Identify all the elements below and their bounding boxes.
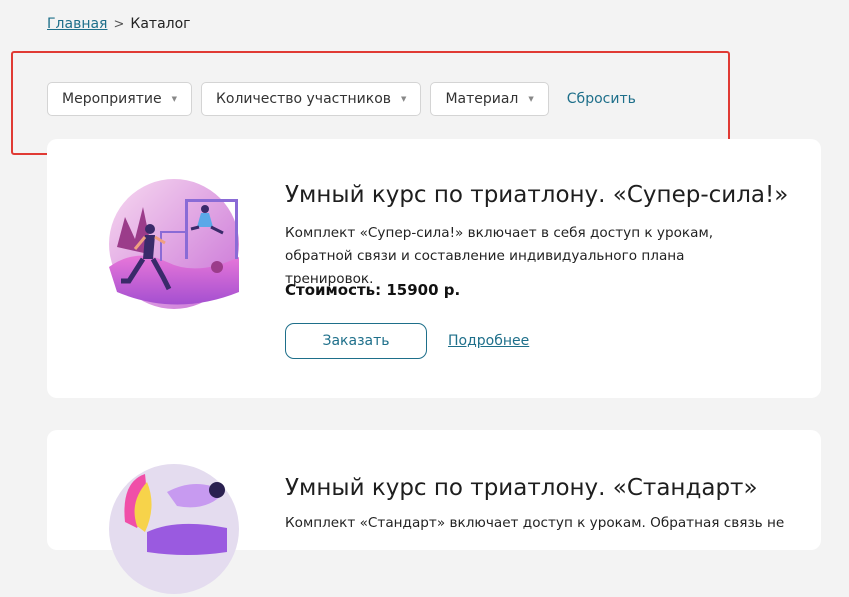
- swimmer-illustration: [109, 464, 239, 594]
- breadcrumb-home-link[interactable]: Главная: [47, 16, 107, 32]
- material-filter-dropdown[interactable]: Материал ▼: [430, 82, 549, 116]
- breadcrumb-separator: >: [113, 16, 125, 32]
- product-description: Комплект «Стандарт» включает доступ к ур…: [285, 515, 785, 531]
- participants-filter-dropdown[interactable]: Количество участников ▼: [200, 82, 422, 116]
- product-title: Умный курс по триатлону. «Супер-сила!»: [285, 182, 789, 208]
- product-card: Умный курс по триатлону. «Стандарт» Комп…: [47, 430, 821, 594]
- participants-filter-label: Количество участников: [215, 91, 392, 107]
- product-title: Умный курс по триатлону. «Стандарт»: [285, 475, 758, 501]
- product-price: Стоимость: 15900 р.: [285, 281, 461, 299]
- reset-filters-link[interactable]: Сбросить: [567, 91, 636, 107]
- material-filter-label: Материал: [445, 91, 519, 107]
- athlete-illustration: [109, 179, 239, 309]
- breadcrumb: Главная > Каталог: [47, 16, 191, 32]
- chevron-down-icon: ▼: [171, 95, 177, 103]
- details-link[interactable]: Подробнее: [448, 333, 529, 349]
- chevron-down-icon: ▼: [401, 95, 407, 103]
- order-button[interactable]: Заказать: [285, 323, 427, 359]
- filter-bar: Мероприятие ▼ Количество участников ▼ Ма…: [47, 82, 636, 116]
- product-card: Умный курс по триатлону. «Супер-сила!» К…: [47, 139, 821, 398]
- event-filter-dropdown[interactable]: Мероприятие ▼: [47, 82, 192, 116]
- event-filter-label: Мероприятие: [62, 91, 162, 107]
- breadcrumb-current: Каталог: [130, 16, 191, 32]
- chevron-down-icon: ▼: [528, 95, 534, 103]
